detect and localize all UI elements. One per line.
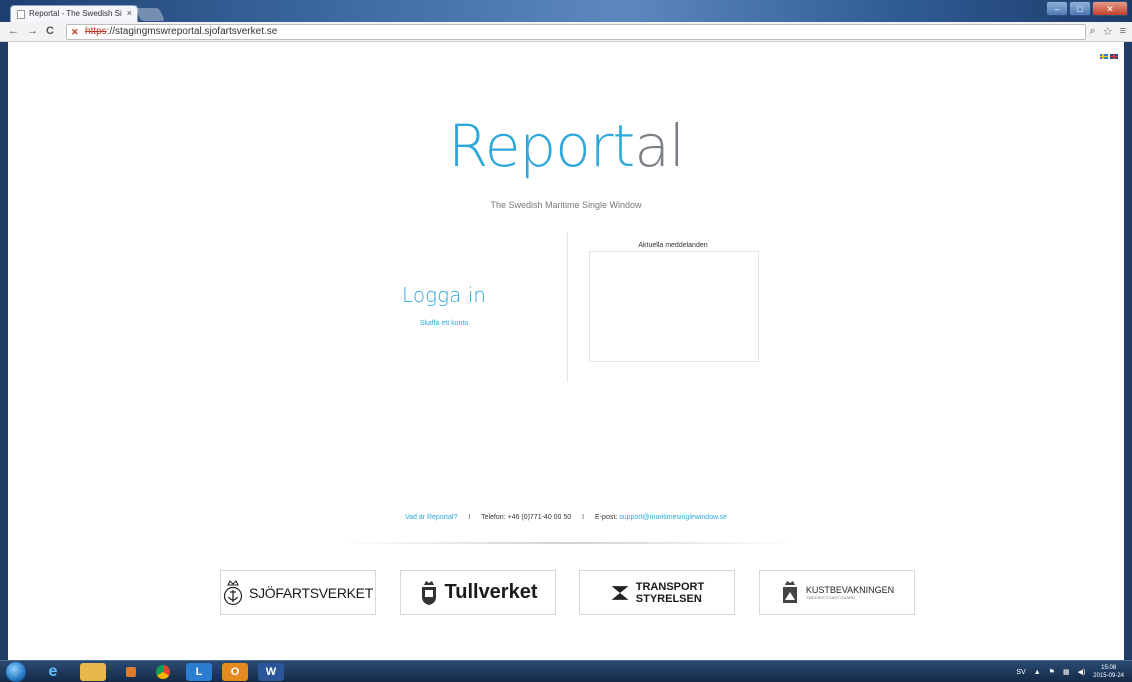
arrow-chevron-icon: [611, 585, 629, 600]
browser-tab[interactable]: Reportal - The Swedish Si ×: [10, 5, 138, 22]
close-window-button[interactable]: ✕: [1092, 1, 1128, 16]
page-icon: [17, 10, 25, 19]
vertical-divider: [567, 232, 568, 382]
sjofartsverket-logo[interactable]: SJÖFARTSVERKET: [220, 570, 376, 615]
email-link[interactable]: support@maritimesinglewindow.se: [619, 514, 727, 521]
crest-icon: [421, 580, 436, 605]
kustbevakningen-logo[interactable]: KUSTBEVAKNINGEN SWEDISH COAST GUARD: [759, 570, 915, 615]
footer-rule: [338, 542, 798, 544]
email-label: E-post:: [595, 514, 618, 521]
url-host: ://stagingmswreportal.sjofartsverket.se: [106, 26, 278, 37]
partner-name-line1: TRANSPORT: [635, 580, 705, 593]
taskbar: e L O W SV ▲ ⚑ ▦ ◀) 15:08 2015-09-24: [0, 660, 1132, 682]
new-tab-button[interactable]: [134, 8, 166, 21]
news-box: [589, 251, 759, 362]
back-icon[interactable]: ←: [8, 25, 19, 37]
url-scheme: https: [85, 26, 107, 37]
page-content: Reportal The Swedish Maritime Single Win…: [8, 42, 1124, 660]
maximize-button[interactable]: □: [1069, 1, 1091, 16]
partner-name: KUSTBEVAKNINGEN SWEDISH COAST GUARD: [806, 585, 894, 600]
coast-guard-crest-icon: [782, 580, 797, 603]
reload-icon[interactable]: C: [46, 25, 54, 37]
login-link[interactable]: Logga in: [364, 283, 524, 307]
tray-expand-icon[interactable]: ▲: [1034, 669, 1041, 676]
anchor-crown-icon: [223, 579, 243, 605]
menu-icon[interactable]: ≡: [1120, 25, 1126, 38]
tab-title: Reportal - The Swedish Si: [29, 9, 122, 18]
browser-titlebar: Reportal - The Swedish Si × – □ ✕: [0, 0, 1132, 22]
window-controls: – □ ✕: [1046, 1, 1128, 16]
tab-close-icon[interactable]: ×: [127, 8, 132, 18]
phone-text: Telefon: +46 (0)771-40 00 50: [481, 514, 572, 521]
outlook-icon[interactable]: O: [222, 663, 248, 681]
partner-name: TRANSPORT STYRELSEN: [636, 581, 704, 605]
forward-icon[interactable]: →: [27, 25, 38, 37]
tullverket-logo[interactable]: Tullverket: [400, 570, 556, 615]
toolbar-actions: ⌕ ☆ ≡: [1090, 25, 1126, 38]
footer-links: Vad är Reportal? I Telefon: +46 (0)771-4…: [8, 514, 1124, 521]
partner-name-line2: STYRELSEN: [635, 592, 702, 605]
lync-icon[interactable]: L: [186, 663, 212, 681]
browser-toolbar: ← → C ✕ https://stagingmswreportal.sjofa…: [0, 22, 1132, 42]
create-account-link[interactable]: Skaffa ett konto: [364, 320, 524, 327]
chrome-icon[interactable]: [150, 663, 176, 681]
tagline: The Swedish Maritime Single Window: [490, 200, 642, 210]
file-explorer-icon[interactable]: [80, 663, 106, 681]
partner-name-main: KUSTBEVAKNINGEN: [805, 585, 895, 595]
partner-subtitle: SWEDISH COAST GUARD: [805, 595, 855, 600]
clock[interactable]: 15:08 2015-09-24: [1093, 664, 1124, 680]
address-bar[interactable]: ✕ https://stagingmswreportal.sjofartsver…: [66, 24, 1086, 40]
start-button[interactable]: [6, 662, 26, 682]
action-center-flag-icon[interactable]: ⚑: [1049, 668, 1055, 676]
partner-name: SJÖFARTSVERKET: [249, 584, 373, 601]
english-flag-icon[interactable]: [1110, 54, 1118, 59]
volume-icon[interactable]: ◀): [1078, 668, 1086, 676]
about-link[interactable]: Vad är Reportal?: [405, 514, 457, 521]
reportal-logo: Reportal: [8, 112, 1124, 180]
logo-part-blue: Report: [448, 112, 635, 180]
footer-separator: I: [468, 514, 471, 521]
zoom-icon[interactable]: ⌕: [1090, 25, 1096, 38]
transportstyrelsen-logo[interactable]: TRANSPORT STYRELSEN: [579, 570, 735, 615]
language-indicator[interactable]: SV: [1016, 669, 1025, 676]
media-player-icon[interactable]: [118, 663, 144, 681]
logo-part-gray: al: [634, 112, 685, 180]
partner-name: Tullverket: [444, 581, 538, 603]
news-heading: Aktuella meddelanden: [638, 242, 708, 249]
footer-separator: I: [582, 514, 585, 521]
word-icon[interactable]: W: [258, 663, 284, 681]
system-tray: SV ▲ ⚑ ▦ ◀) 15:08 2015-09-24: [1016, 664, 1124, 680]
clock-time: 15:08: [1101, 665, 1117, 671]
bookmark-star-icon[interactable]: ☆: [1103, 25, 1113, 38]
insecure-lock-icon: ✕: [71, 27, 79, 37]
internet-explorer-icon[interactable]: e: [40, 663, 66, 681]
minimize-button[interactable]: –: [1046, 1, 1068, 16]
swedish-flag-icon[interactable]: [1100, 54, 1108, 59]
network-icon[interactable]: ▦: [1063, 668, 1070, 676]
language-selector: [1100, 54, 1118, 59]
clock-date: 2015-09-24: [1093, 673, 1124, 679]
